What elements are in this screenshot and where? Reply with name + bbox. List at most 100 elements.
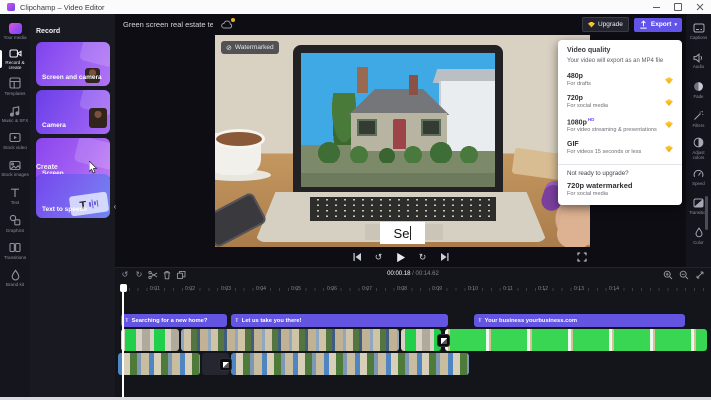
coffee: [215, 129, 265, 149]
caption-text-input[interactable]: Se: [380, 222, 425, 244]
text-clip[interactable]: T Your business yourbusiness.com: [474, 314, 685, 327]
diamond-icon: [588, 22, 595, 28]
sidebar-item-stock-video[interactable]: Stock video: [0, 128, 30, 155]
speed-gauge-icon: [693, 169, 704, 180]
text-clip-icon: T: [478, 318, 482, 324]
split-scissors-button[interactable]: [146, 270, 160, 280]
sidebar-item-your-media[interactable]: Your media: [0, 18, 30, 45]
skip-to-end-button[interactable]: [439, 251, 451, 263]
quality-option-720p-watermarked[interactable]: 720p watermarked For social media: [558, 181, 682, 197]
speaker-icon: [693, 53, 704, 63]
upgrade-prompt: Not ready to upgrade?: [558, 170, 682, 177]
window-title: Clipchamp – Video Editor: [20, 3, 105, 12]
duplicate-button[interactable]: [174, 270, 188, 280]
video-clip-houses[interactable]: [118, 353, 200, 375]
export-quality-menu: Video quality Your video will export as …: [558, 40, 682, 205]
playback-controls: ↺ ↻: [115, 247, 686, 267]
timeline-ruler[interactable]: 0:01 0:02 0:03 0:04 0:05 0:06 0:07 0:08 …: [115, 284, 711, 295]
play-button[interactable]: [395, 251, 407, 263]
your-media-icon: [9, 23, 22, 34]
record-screen-and-camera-card[interactable]: Screen and camera: [36, 42, 110, 86]
video-clip-presenter-greenscreen[interactable]: [445, 329, 707, 351]
sidebar-item-record-create[interactable]: Record & create: [0, 45, 30, 72]
tool-fade[interactable]: Fade: [686, 75, 711, 104]
laptop-keys: [310, 197, 496, 221]
camera-icon: [9, 48, 22, 59]
text-caret: [410, 226, 411, 240]
fade-icon: [693, 81, 704, 92]
sidebar-item-graphics[interactable]: Graphics: [0, 210, 30, 237]
sidebar: Your media Record & create Templates Mus…: [0, 14, 30, 400]
menu-subtitle: Your video will export as an MP4 file: [558, 58, 682, 64]
jump-forward-button[interactable]: ↻: [417, 251, 429, 263]
maximize-button[interactable]: [667, 0, 689, 14]
video-clip-laptop-greenscreen[interactable]: [401, 329, 441, 351]
quality-option-480p[interactable]: 480p For drafts: [558, 69, 682, 91]
text-clip-icon: T: [235, 318, 239, 324]
minimize-button[interactable]: [645, 0, 667, 14]
skip-to-start-button[interactable]: [351, 251, 363, 263]
sidebar-item-stock-images[interactable]: Stock images: [0, 155, 30, 182]
clipchamp-logo-icon: [7, 3, 15, 11]
delete-button[interactable]: [160, 270, 174, 280]
create-header: Create: [36, 164, 58, 171]
timecode-display: 00:00.18 / 00:14.62: [387, 271, 439, 277]
redo-button[interactable]: ↻: [132, 271, 146, 279]
clipchamp-editor-window: Clipchamp – Video Editor Your media Reco…: [0, 0, 711, 400]
jump-back-button[interactable]: ↺: [373, 251, 385, 263]
quality-option-1080p[interactable]: 1080pHD For video streaming & presentati…: [558, 113, 682, 137]
video-clip-houses[interactable]: [231, 353, 469, 375]
music-note-icon: [9, 105, 21, 117]
text-clip-icon: T: [125, 318, 129, 324]
tool-captions[interactable]: Captions: [686, 17, 711, 46]
project-title[interactable]: Green screen real estate ter: [123, 20, 213, 29]
video-clip-house-exteriors[interactable]: [181, 329, 399, 351]
tool-audio[interactable]: Audio: [686, 46, 711, 75]
video-canvas[interactable]: ⊘ Watermarked Se: [215, 35, 590, 247]
watermark-badge: ⊘ Watermarked: [221, 41, 279, 54]
quality-option-gif[interactable]: GIF For videos 15 seconds or less: [558, 137, 682, 159]
zoom-out-button[interactable]: [679, 270, 689, 280]
transition-icon: [693, 198, 704, 208]
playhead[interactable]: [122, 284, 124, 398]
video-clip-laptop-greenscreen[interactable]: [121, 329, 179, 351]
timeline: ↺ ↻ 00:00.18 / 00:14.62: [115, 267, 711, 400]
mouse-cursor-icon: [89, 161, 98, 174]
watermark-icon: ⊘: [226, 44, 232, 52]
templates-icon: [9, 77, 21, 89]
sidebar-item-templates[interactable]: Templates: [0, 73, 30, 100]
export-button[interactable]: Export ▾: [634, 18, 682, 32]
rail-scrollbar[interactable]: [705, 196, 708, 230]
timeline-toolbar: ↺ ↻ 00:00.18 / 00:14.62: [115, 268, 711, 282]
transition-chip-icon[interactable]: [219, 358, 232, 371]
undo-button[interactable]: ↺: [118, 271, 132, 279]
record-camera-card[interactable]: Camera: [36, 90, 110, 134]
tool-adjust-colors[interactable]: Adjust colors: [686, 134, 711, 163]
captions-icon: [693, 23, 705, 33]
cloud-save-status-icon: [221, 20, 233, 29]
sidebar-item-music-sfx[interactable]: Music & SFX: [0, 100, 30, 127]
tool-filters[interactable]: Filters: [686, 105, 711, 134]
record-header: Record: [36, 28, 60, 35]
create-text-to-speech-card[interactable]: Text to speech: [36, 174, 110, 218]
quality-option-720p[interactable]: 720p For social media: [558, 91, 682, 113]
sidebar-item-brand-kit[interactable]: Brand kit: [0, 265, 30, 292]
upgrade-button[interactable]: Upgrade: [582, 17, 629, 32]
filters-wand-icon: [693, 110, 704, 121]
sidebar-item-text[interactable]: Text: [0, 182, 30, 209]
hd-badge: HD: [588, 117, 595, 122]
sidebar-item-transitions[interactable]: Transitions: [0, 237, 30, 264]
editor-header: Green screen real estate ter Upgrade Exp…: [115, 14, 686, 35]
collapse-panel-button[interactable]: ‹: [111, 198, 119, 214]
close-button[interactable]: [689, 0, 711, 14]
zoom-in-button[interactable]: [663, 270, 673, 280]
chevron-down-icon: ▾: [674, 22, 677, 28]
color-droplet-icon: [694, 227, 704, 238]
transitions-icon: [9, 242, 21, 253]
text-clip[interactable]: T Searching for a new home?: [121, 314, 227, 327]
transition-chip-icon[interactable]: [437, 334, 450, 347]
zoom-fit-button[interactable]: [695, 270, 705, 280]
tool-speed[interactable]: Speed: [686, 163, 711, 192]
text-clip[interactable]: T Let us take you there!: [231, 314, 448, 327]
fullscreen-button[interactable]: [576, 251, 588, 263]
